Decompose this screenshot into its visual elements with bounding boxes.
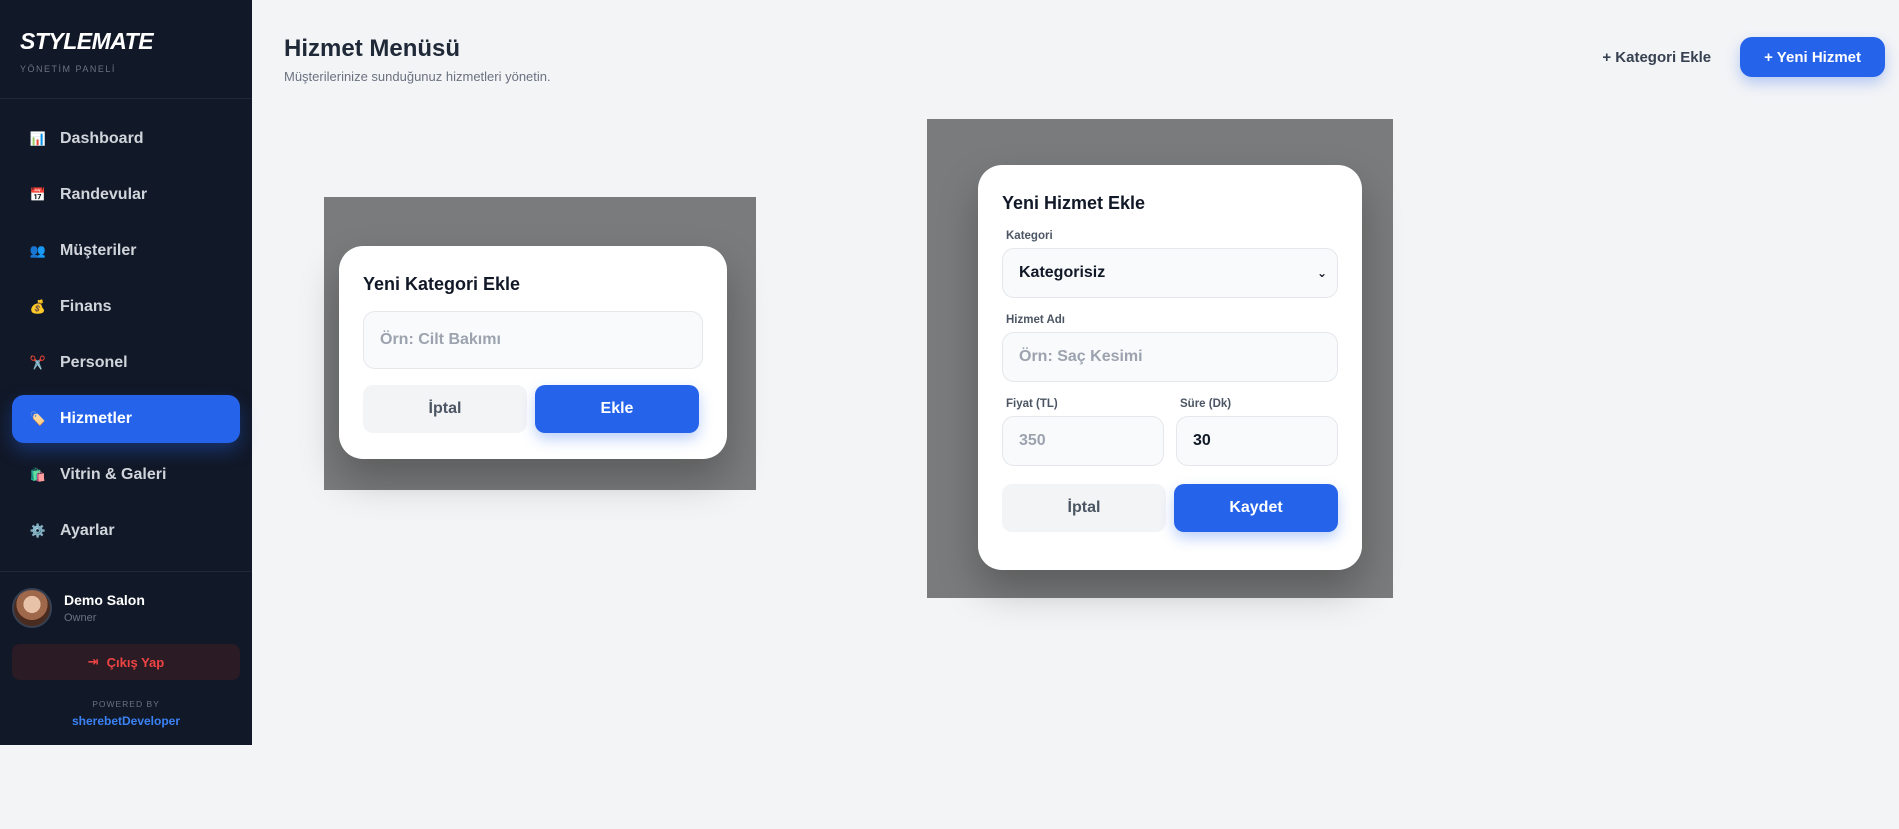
logout-label: Çıkış Yap	[106, 654, 165, 670]
sidebar-item-ayarlar[interactable]: ⚙️ Ayarlar	[12, 507, 240, 555]
duration-label: Süre (Dk)	[1180, 398, 1232, 410]
sidebar-item-hizmetler[interactable]: 🏷️ Hizmetler	[12, 395, 240, 443]
price-column: Fiyat (TL) 350	[1002, 398, 1164, 466]
category-modal-actions: İptal Ekle	[363, 385, 703, 433]
price-label: Fiyat (TL)	[1006, 398, 1058, 410]
sidebar-item-dashboard[interactable]: 📊 Dashboard	[12, 115, 240, 163]
money-bag-icon: 💰	[29, 299, 47, 314]
page-header: Hizmet Menüsü Müşterilerinize sunduğunuz…	[284, 35, 551, 84]
category-modal-backdrop[interactable]: Yeni Kategori Ekle Örn: Cilt Bakımı İpta…	[324, 197, 756, 490]
service-name-input[interactable]: Örn: Saç Kesimi	[1002, 332, 1338, 382]
add-category-button[interactable]: + Kategori Ekle	[1602, 49, 1711, 66]
add-button[interactable]: Ekle	[535, 385, 699, 433]
service-modal-title: Yeni Hizmet Ekle	[1002, 193, 1146, 213]
avatar	[12, 588, 52, 628]
sidebar-item-vitrin-galeri[interactable]: 🛍️ Vitrin & Galeri	[12, 451, 240, 499]
brand-subtitle: YÖNETİM PANELİ	[20, 64, 116, 74]
shopping-bags-icon: 🛍️	[29, 467, 47, 482]
price-duration-row: Fiyat (TL) 350 Süre (Dk) 30	[1002, 398, 1338, 466]
service-modal: Yeni Hizmet Ekle Kategori Kategorisiz ⌄ …	[978, 165, 1362, 570]
service-modal-actions: İptal Kaydet	[1002, 484, 1338, 532]
service-modal-backdrop[interactable]: Yeni Hizmet Ekle Kategori Kategorisiz ⌄ …	[927, 119, 1393, 598]
category-modal: Yeni Kategori Ekle Örn: Cilt Bakımı İpta…	[339, 246, 727, 459]
gear-icon: ⚙️	[29, 523, 47, 538]
new-service-button[interactable]: + Yeni Hizmet	[1740, 37, 1885, 77]
price-input[interactable]: 350	[1002, 416, 1164, 466]
sidebar-item-musteriler[interactable]: 👥 Müşteriler	[12, 227, 240, 275]
sidebar-item-randevular[interactable]: 📅 Randevular	[12, 171, 240, 219]
page-title: Hizmet Menüsü	[284, 35, 461, 62]
sidebar-item-label: Müşteriler	[60, 242, 137, 259]
powered-by-label: POWERED BY	[92, 699, 160, 709]
sidebar-item-label: Ayarlar	[60, 522, 115, 539]
sidebar-footer: Demo Salon Owner ⇥ Çıkış Yap POWERED BY …	[0, 571, 252, 728]
cancel-button[interactable]: İptal	[363, 385, 527, 433]
profile-text: Demo Salon Owner	[64, 592, 145, 624]
sidebar-item-label: Randevular	[60, 186, 148, 203]
cancel-button[interactable]: İptal	[1002, 484, 1166, 532]
brand-logo[interactable]: STYLEMATE	[20, 28, 252, 55]
category-select[interactable]: Kategorisiz ⌄	[1002, 248, 1338, 298]
category-label: Kategori	[1006, 230, 1053, 242]
duration-column: Süre (Dk) 30	[1176, 398, 1338, 466]
sidebar: STYLEMATE YÖNETİM PANELİ 📊 Dashboard 📅 R…	[0, 0, 252, 745]
save-button[interactable]: Kaydet	[1174, 484, 1338, 532]
sidebar-nav: 📊 Dashboard 📅 Randevular 👥 Müşteriler 💰 …	[0, 99, 252, 555]
sidebar-item-label: Finans	[60, 298, 112, 315]
category-select-value: Kategorisiz	[1019, 264, 1106, 281]
user-profile[interactable]: Demo Salon Owner	[0, 572, 252, 628]
users-icon: 👥	[29, 243, 47, 258]
calendar-icon: 📅	[29, 187, 47, 202]
chart-icon: 📊	[29, 131, 47, 146]
profile-name: Demo Salon	[64, 592, 145, 608]
page-subtitle: Müşterilerinize sunduğunuz hizmetleri yö…	[284, 69, 551, 84]
duration-input[interactable]: 30	[1176, 416, 1338, 466]
logout-icon: ⇥	[87, 654, 99, 669]
logout-button[interactable]: ⇥ Çıkış Yap	[12, 644, 240, 680]
sidebar-item-label: Vitrin & Galeri	[60, 466, 167, 483]
chevron-down-icon: ⌄	[1316, 266, 1327, 280]
scissors-icon: ✂️	[29, 355, 47, 370]
header-actions: + Kategori Ekle + Yeni Hizmet	[1602, 37, 1885, 77]
profile-role: Owner	[64, 612, 97, 624]
sidebar-item-personel[interactable]: ✂️ Personel	[12, 339, 240, 387]
tag-icon: 🏷️	[29, 411, 47, 426]
sidebar-item-label: Hizmetler	[60, 410, 133, 427]
developer-link[interactable]: sherebetDeveloper	[0, 714, 252, 728]
service-name-label: Hizmet Adı	[1006, 314, 1065, 326]
brand: STYLEMATE YÖNETİM PANELİ	[0, 0, 252, 99]
sidebar-item-label: Personel	[60, 354, 128, 371]
sidebar-item-label: Dashboard	[60, 130, 144, 147]
category-name-input[interactable]: Örn: Cilt Bakımı	[363, 311, 703, 369]
sidebar-item-finans[interactable]: 💰 Finans	[12, 283, 240, 331]
category-modal-title: Yeni Kategori Ekle	[363, 274, 521, 294]
